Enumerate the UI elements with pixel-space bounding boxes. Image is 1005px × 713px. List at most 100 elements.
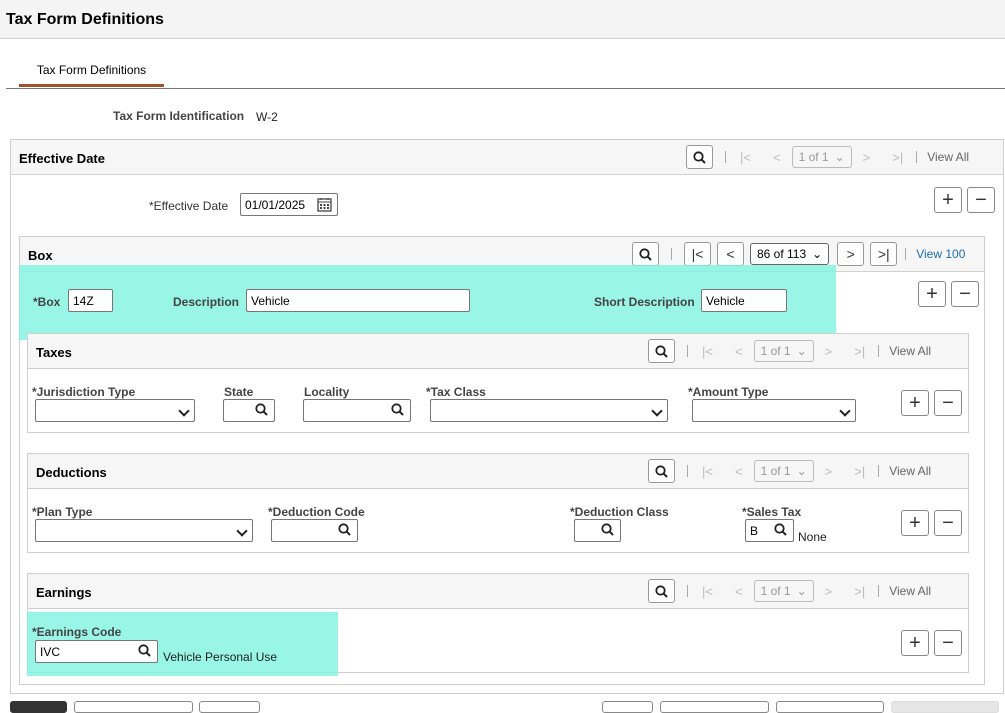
state-input[interactable] (223, 399, 275, 422)
toolbar-button[interactable] (602, 701, 653, 713)
plan-type-label: *Plan Type (32, 505, 93, 519)
toolbar-button-disabled[interactable] (891, 701, 999, 713)
add-row-button[interactable]: + (901, 630, 929, 656)
toolbar-button[interactable] (74, 701, 193, 713)
next-icon[interactable]: > (825, 344, 833, 359)
row-selector[interactable]: 1 of 1 ⌄ (753, 460, 814, 482)
toolbar-button[interactable] (199, 701, 260, 713)
chevron-down-icon: ⌄ (796, 344, 807, 358)
view-100-link[interactable]: View 100 (916, 247, 965, 261)
add-row-button[interactable]: + (901, 510, 929, 536)
toolbar-button[interactable] (660, 701, 769, 713)
search-icon[interactable] (338, 523, 351, 539)
add-row-button[interactable]: + (934, 187, 962, 213)
previous-icon[interactable]: < (735, 464, 743, 479)
previous-button[interactable]: < (717, 242, 744, 266)
last-page-icon[interactable]: >| (892, 150, 903, 165)
next-icon[interactable]: > (863, 150, 871, 165)
jurisdiction-type-select[interactable] (35, 399, 195, 422)
search-icon[interactable] (774, 523, 787, 539)
separator (687, 585, 688, 597)
first-page-icon[interactable]: |< (702, 464, 713, 479)
search-icon[interactable] (601, 523, 614, 539)
short-description-label: Short Description (594, 295, 695, 309)
plan-type-select[interactable] (35, 519, 253, 542)
search-icon[interactable] (648, 339, 675, 363)
search-icon[interactable] (648, 459, 675, 483)
short-description-input[interactable]: Vehicle (701, 289, 787, 312)
row-selector[interactable]: 1 of 1 ⌄ (791, 146, 852, 168)
separator (725, 151, 726, 163)
first-page-button[interactable]: |< (684, 242, 711, 266)
row-selector-value: 1 of 1 (760, 464, 791, 478)
search-icon[interactable] (255, 403, 268, 419)
separator (905, 248, 907, 260)
last-page-icon[interactable]: >| (854, 584, 865, 599)
toolbar-button[interactable] (776, 701, 884, 713)
amount-type-select[interactable] (692, 399, 856, 422)
search-icon[interactable] (648, 579, 675, 603)
deduction-class-input[interactable] (574, 519, 621, 542)
deduction-code-label: *Deduction Code (268, 505, 365, 519)
delete-row-button[interactable]: − (934, 390, 962, 416)
sales-tax-input[interactable]: B (745, 519, 794, 542)
search-icon[interactable] (391, 403, 404, 419)
previous-icon[interactable]: < (773, 150, 781, 165)
search-icon[interactable] (632, 242, 659, 266)
locality-label: Locality (304, 385, 350, 399)
search-icon[interactable] (138, 644, 151, 660)
toolbar-primary-button[interactable] (10, 701, 67, 713)
calendar-icon[interactable] (317, 197, 332, 215)
locality-input[interactable] (303, 399, 411, 422)
row-selector-value: 1 of 1 (760, 584, 791, 598)
title-bar: Tax Form Definitions (0, 0, 1005, 39)
tab-divider (6, 88, 1005, 89)
next-button[interactable]: > (837, 242, 865, 266)
row-selector[interactable]: 86 of 113 ⌄ (750, 243, 830, 265)
last-page-button[interactable]: >| (870, 242, 898, 266)
tab-tax-form-definitions[interactable]: Tax Form Definitions (19, 55, 164, 87)
add-row-button[interactable]: + (918, 281, 946, 307)
view-all-link[interactable]: View All (889, 344, 931, 358)
page-title: Tax Form Definitions (6, 11, 164, 28)
row-selector[interactable]: 1 of 1 ⌄ (753, 340, 814, 362)
previous-icon[interactable]: < (735, 344, 743, 359)
last-page-icon[interactable]: >| (854, 464, 865, 479)
chevron-down-icon: ⌄ (812, 247, 823, 261)
view-all-link[interactable]: View All (889, 584, 931, 598)
earnings-code-value: IVC (40, 645, 61, 659)
row-selector[interactable]: 1 of 1 ⌄ (753, 580, 814, 602)
search-icon[interactable] (686, 145, 713, 169)
earnings-nav: |< < 1 of 1 ⌄ > >| View All (648, 578, 931, 604)
deduction-class-label: *Deduction Class (570, 505, 669, 519)
separator (878, 345, 880, 357)
effective-date-nav: |< < 1 of 1 ⌄ > >| View All (686, 144, 969, 170)
delete-row-button[interactable]: − (951, 281, 979, 307)
last-page-icon[interactable]: >| (854, 344, 865, 359)
first-page-icon[interactable]: |< (702, 344, 713, 359)
first-page-icon[interactable]: |< (740, 150, 751, 165)
next-icon[interactable]: > (825, 464, 833, 479)
add-row-button[interactable]: + (901, 390, 929, 416)
effective-date-input[interactable]: 01/01/2025 (240, 193, 338, 216)
separator (687, 465, 688, 477)
delete-row-button[interactable]: − (934, 510, 962, 536)
earnings-code-input[interactable]: IVC (35, 640, 158, 663)
box-input[interactable]: 14Z (68, 289, 113, 312)
chevron-down-icon: ⌄ (834, 150, 845, 164)
view-all-link[interactable]: View All (889, 464, 931, 478)
next-icon[interactable]: > (825, 584, 833, 599)
tax-form-id-value: W-2 (256, 110, 278, 124)
delete-row-button[interactable]: − (967, 187, 995, 213)
tax-class-select[interactable] (430, 399, 668, 422)
deduction-code-input[interactable] (271, 519, 358, 542)
description-input[interactable]: Vehicle (246, 289, 470, 312)
tax-form-id-label: Tax Form Identification (113, 109, 245, 123)
previous-icon[interactable]: < (735, 584, 743, 599)
first-page-icon[interactable]: |< (702, 584, 713, 599)
delete-row-button[interactable]: − (934, 630, 962, 656)
effective-date-title: Effective Date (19, 151, 105, 166)
tax-class-label: *Tax Class (426, 385, 486, 399)
view-all-link[interactable]: View All (927, 150, 969, 164)
sales-tax-description: None (798, 530, 827, 544)
